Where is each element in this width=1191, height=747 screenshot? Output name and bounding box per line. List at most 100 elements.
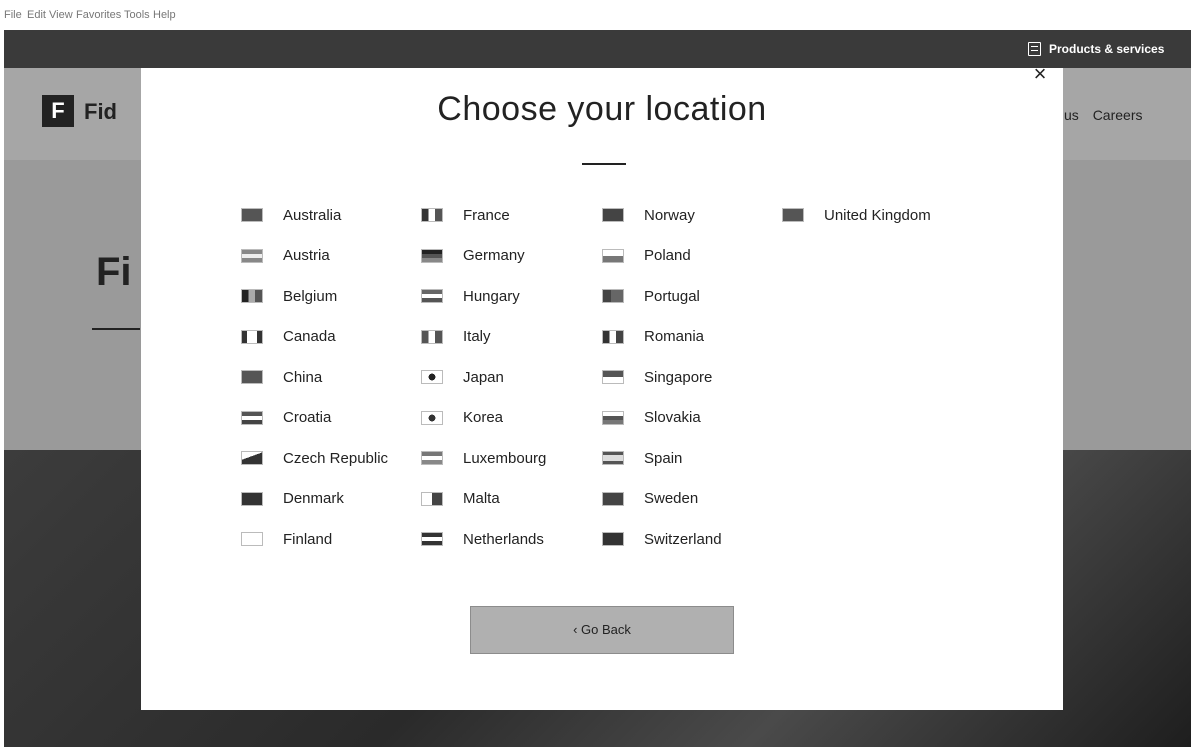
location-label: Hungary: [463, 287, 520, 305]
location-label: China: [283, 368, 323, 386]
malta-flag-icon: [421, 491, 443, 506]
location-label: Spain: [644, 449, 683, 467]
china-flag-icon: [241, 370, 263, 384]
austria-flag-icon: [241, 248, 263, 263]
luxembourg-flag-icon: [421, 451, 443, 465]
uk-flag-icon: [782, 208, 804, 222]
italy-flag-icon: [421, 329, 443, 344]
location-label: Poland: [644, 247, 691, 264]
denmark-flag-icon: [241, 491, 263, 506]
location-label: Germany: [463, 247, 525, 264]
location-option[interactable]: Austria: [241, 246, 330, 266]
menu-view[interactable]: View: [49, 9, 73, 21]
location-option[interactable]: United Kingdom: [782, 205, 931, 225]
title-divider: [582, 163, 626, 165]
nav-link-contact[interactable]: us: [1064, 107, 1079, 123]
location-label: Malta: [463, 490, 500, 507]
australia-flag-icon: [241, 208, 263, 222]
menu-favorites[interactable]: Favorites: [76, 9, 121, 21]
menu-edit[interactable]: Edit: [27, 9, 46, 21]
location-option[interactable]: Switzerland: [602, 529, 722, 549]
location-modal: Choose your location Australia Austria Bel…: [141, 68, 1063, 710]
location-option[interactable]: Australia: [241, 205, 341, 225]
location-option[interactable]: Singapore: [602, 367, 712, 387]
location-option[interactable]: Finland: [241, 529, 332, 549]
location-option[interactable]: Denmark: [241, 489, 344, 509]
products-services-label: Products & services: [1049, 42, 1165, 56]
location-label: Sweden: [644, 490, 699, 507]
location-option[interactable]: Croatia: [241, 408, 331, 428]
location-option[interactable]: China: [241, 367, 322, 387]
location-label: Austria: [283, 247, 330, 264]
location-option[interactable]: Malta: [421, 489, 500, 509]
slovakia-flag-icon: [602, 410, 624, 425]
norway-flag-icon: [602, 208, 624, 222]
location-label: Italy: [463, 328, 491, 345]
poland-flag-icon: [602, 248, 624, 263]
location-option[interactable]: Germany: [421, 246, 525, 266]
location-option[interactable]: Poland: [602, 246, 691, 266]
location-label: Norway: [644, 206, 695, 224]
close-icon[interactable]: ×: [1030, 63, 1050, 85]
sweden-flag-icon: [602, 491, 624, 506]
belgium-flag-icon: [241, 289, 263, 303]
germany-flag-icon: [421, 248, 443, 263]
korea-flag-icon: [421, 410, 443, 425]
location-option[interactable]: Italy: [421, 327, 491, 347]
croatia-flag-icon: [241, 410, 263, 425]
location-label: Japan: [463, 368, 504, 386]
hero-rule: [92, 328, 140, 330]
site-logo-icon[interactable]: F: [42, 95, 74, 127]
location-option[interactable]: Belgium: [241, 286, 337, 306]
location-label: Singapore: [644, 368, 713, 386]
location-label: Croatia: [283, 409, 332, 426]
location-option[interactable]: Czech Republic: [241, 448, 388, 468]
go-back-button[interactable]: ‹ Go Back: [470, 606, 734, 654]
location-label: Czech Republic: [283, 449, 389, 467]
menu-help[interactable]: Help: [153, 9, 176, 21]
spain-flag-icon: [602, 451, 624, 465]
site-logo-text[interactable]: Fid: [84, 99, 117, 125]
location-label: Luxembourg: [463, 449, 547, 467]
location-option[interactable]: France: [421, 205, 510, 225]
menu-bar: File Edit View Favorites Tools Help: [0, 0, 1191, 30]
location-label: Canada: [283, 328, 336, 345]
location-label: Romania: [644, 328, 705, 345]
location-option[interactable]: Spain: [602, 448, 682, 468]
czech-flag-icon: [241, 451, 263, 465]
location-option[interactable]: Japan: [421, 367, 504, 387]
location-option[interactable]: Portugal: [602, 286, 700, 306]
site-nav-links: us Careers: [1064, 107, 1152, 123]
location-option[interactable]: Romania: [602, 327, 704, 347]
site-top-bar: [4, 30, 1191, 68]
document-icon: [1028, 42, 1041, 56]
location-label: Denmark: [283, 490, 344, 507]
location-label: Slovakia: [644, 409, 701, 426]
location-label: Switzerland: [644, 530, 722, 548]
location-option[interactable]: Sweden: [602, 489, 698, 509]
location-label: France: [463, 206, 510, 224]
location-option[interactable]: Luxembourg: [421, 448, 546, 468]
romania-flag-icon: [602, 329, 624, 344]
modal-title: Choose your location: [437, 90, 767, 128]
location-label: Belgium: [283, 287, 338, 305]
hungary-flag-icon: [421, 289, 443, 303]
netherlands-flag-icon: [421, 532, 443, 546]
nav-link-careers[interactable]: Careers: [1093, 107, 1143, 123]
singapore-flag-icon: [602, 370, 624, 384]
location-option[interactable]: Slovakia: [602, 408, 701, 428]
location-option[interactable]: Canada: [241, 327, 336, 347]
location-option[interactable]: Korea: [421, 408, 503, 428]
switzerland-flag-icon: [602, 532, 624, 546]
menu-tools[interactable]: Tools: [124, 9, 150, 21]
location-option[interactable]: Norway: [602, 205, 695, 225]
products-services-link[interactable]: Products & services: [1028, 42, 1164, 56]
location-label: Korea: [463, 409, 504, 426]
location-label: Netherlands: [463, 530, 544, 548]
portugal-flag-icon: [602, 289, 624, 303]
location-option[interactable]: Netherlands: [421, 529, 544, 549]
menu-file[interactable]: File: [4, 9, 22, 21]
location-label: Finland: [283, 530, 333, 548]
canada-flag-icon: [241, 329, 263, 344]
location-option[interactable]: Hungary: [421, 286, 520, 306]
